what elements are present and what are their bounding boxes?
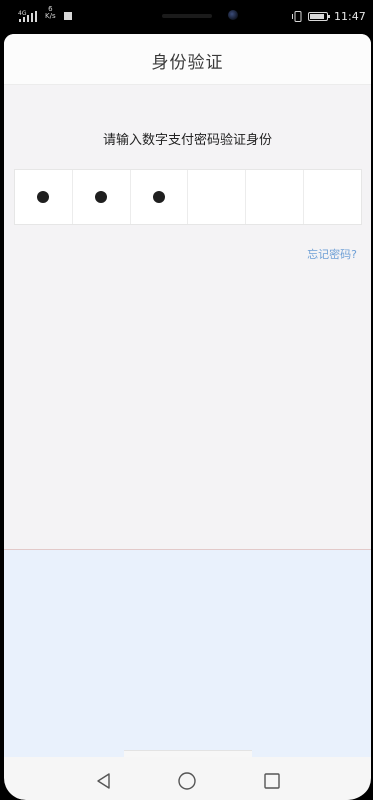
front-camera	[228, 10, 238, 20]
title-bar: 身份验证	[4, 34, 371, 85]
page-title: 身份验证	[151, 53, 224, 73]
home-circle-icon[interactable]	[177, 771, 197, 791]
network-speed: 6 K/s	[45, 6, 56, 20]
status-time: 11:47	[334, 10, 366, 23]
forgot-password-link[interactable]: 忘记密码?	[307, 246, 357, 262]
phone-frame: 4G 6 K/s 11:47 身份验证 请输入数字支付密码验证身份 忘记密码?	[0, 0, 373, 800]
status-bar: 4G 6 K/s 11:47	[0, 0, 373, 34]
pin-cell	[131, 170, 189, 224]
signal-icon: 4G	[18, 10, 37, 22]
recents-square-icon[interactable]	[262, 771, 282, 791]
pin-dot	[95, 191, 108, 203]
vibrate-icon	[292, 11, 302, 22]
pin-cell	[73, 170, 131, 224]
pin-dot	[153, 191, 166, 203]
earpiece-speaker	[162, 14, 212, 18]
network-label: 4G	[18, 10, 27, 17]
battery-level	[310, 14, 324, 19]
pin-dot	[37, 191, 50, 203]
navigation-bar	[4, 757, 371, 800]
notification-icon	[64, 12, 72, 20]
pin-cell	[304, 170, 361, 224]
password-prompt: 请输入数字支付密码验证身份	[102, 133, 272, 148]
keypad-handle	[124, 750, 252, 757]
app-screen: 身份验证 请输入数字支付密码验证身份 忘记密码?	[4, 34, 371, 757]
back-triangle-icon[interactable]	[94, 771, 114, 791]
network-speed-unit: K/s	[45, 12, 56, 20]
battery-icon	[308, 12, 330, 21]
keypad-area[interactable]	[4, 549, 371, 757]
pin-cell	[15, 170, 73, 224]
pin-input[interactable]	[14, 169, 362, 225]
pin-cell	[188, 170, 247, 224]
pin-cell	[246, 170, 305, 224]
